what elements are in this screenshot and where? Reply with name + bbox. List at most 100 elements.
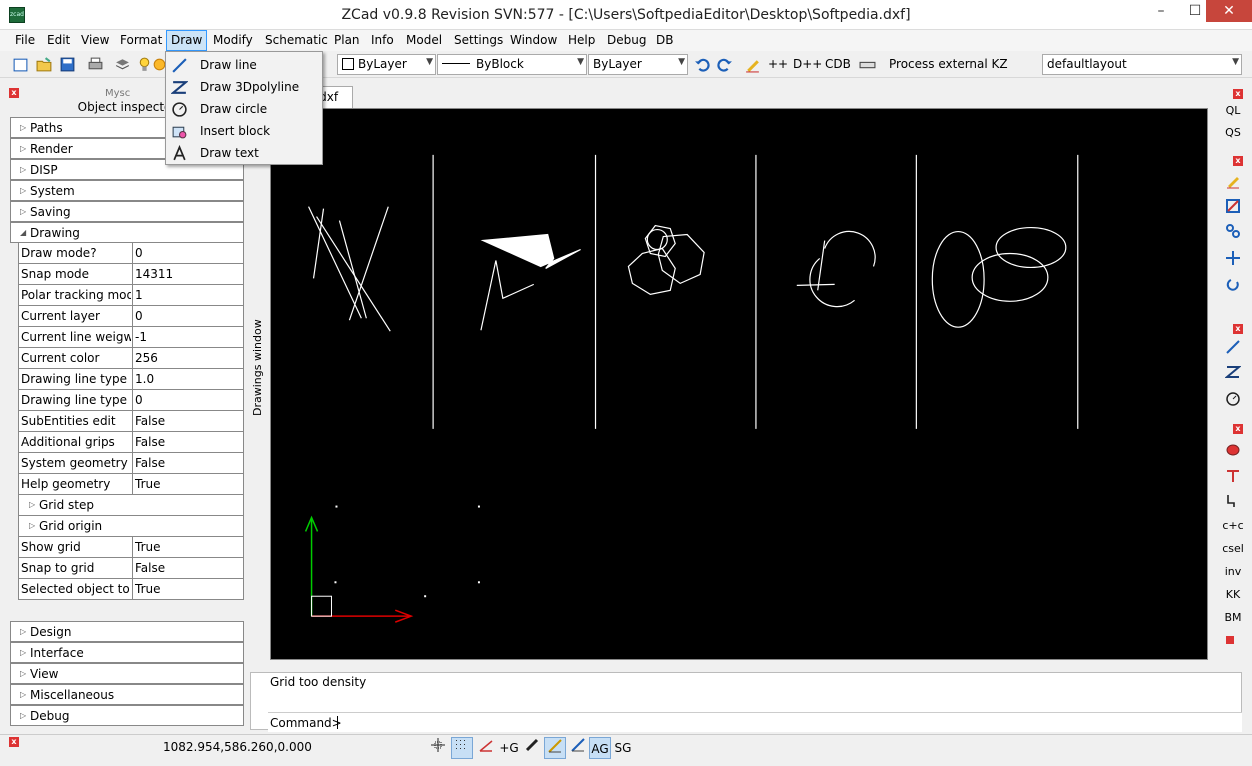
line-icon[interactable] <box>1222 337 1244 357</box>
panel-header-tab[interactable]: Mysc <box>105 88 130 99</box>
bm-button[interactable]: BM <box>1222 608 1244 628</box>
menu-item-draw-text[interactable]: Draw text <box>166 142 322 164</box>
print-icon[interactable] <box>87 56 104 73</box>
snap-toggle[interactable] <box>427 737 449 759</box>
menu-model[interactable]: Model <box>406 33 442 47</box>
rotate-icon[interactable] <box>1222 275 1244 295</box>
kk-button[interactable]: KK <box>1222 585 1244 605</box>
property-row[interactable]: Drawing line type scale1.0 <box>18 369 244 390</box>
property-row[interactable]: Snap mode 14311 <box>18 264 244 285</box>
property-row[interactable]: System geometry False <box>18 453 244 474</box>
device-icon[interactable] <box>1222 440 1244 460</box>
property-row[interactable]: Current layer 0 <box>18 306 244 327</box>
close-toolbar-icon[interactable]: x <box>1233 324 1243 334</box>
property-row[interactable]: Drawing line type 0 <box>18 390 244 411</box>
linetype-select[interactable]: ByBlock ▼ <box>437 54 587 75</box>
property-row[interactable]: Current line weigwt -1 <box>18 327 244 348</box>
drawings-window-tab[interactable]: Drawings window <box>251 300 267 435</box>
menu-item-draw-line[interactable]: Draw line <box>166 54 322 76</box>
menu-draw[interactable]: Draw <box>166 30 208 51</box>
command-input[interactable] <box>268 712 1242 732</box>
sg-toggle[interactable]: SG <box>612 737 634 759</box>
connector-icon[interactable] <box>1222 466 1244 486</box>
property-row[interactable]: Snap to grid False <box>18 558 244 579</box>
lineweight-select[interactable]: ByLayer ▼ <box>588 54 688 75</box>
menu-debug[interactable]: Debug <box>607 33 646 47</box>
polar-toggle[interactable] <box>544 737 566 759</box>
grid-toggle[interactable] <box>451 737 473 759</box>
menu-info[interactable]: Info <box>371 33 394 47</box>
qs-button[interactable]: QS <box>1222 123 1244 143</box>
polyline-icon[interactable] <box>1222 362 1244 382</box>
close-toolbar-icon[interactable]: x <box>1233 89 1243 99</box>
section-debug[interactable]: ▷ Debug <box>10 705 244 726</box>
property-row[interactable]: Selected object to inspectorTrue <box>18 579 244 600</box>
property-row[interactable]: Show grid True <box>18 537 244 558</box>
menu-edit[interactable]: Edit <box>47 33 70 47</box>
layer-select[interactable]: ByLayer ▼ <box>337 54 436 75</box>
close-panel-icon[interactable]: x <box>9 88 19 98</box>
menu-help[interactable]: Help <box>568 33 595 47</box>
ortho-toggle[interactable] <box>475 737 497 759</box>
cc-button[interactable]: c+c <box>1222 516 1244 536</box>
vertical-scrollbar[interactable] <box>1208 108 1217 660</box>
drawing-canvas[interactable] <box>270 108 1208 660</box>
menu-item-insert-block[interactable]: Insert block <box>166 120 322 142</box>
section-miscellaneous[interactable]: ▷ Miscellaneous <box>10 684 244 705</box>
erase-icon[interactable] <box>1222 196 1244 216</box>
section-system[interactable]: ▷ System <box>10 180 244 201</box>
minimize-button[interactable]: – <box>1144 0 1178 22</box>
close-button[interactable]: ✕ <box>1206 0 1252 22</box>
property-row[interactable]: Draw mode? 0 <box>18 243 244 264</box>
property-row[interactable]: Additional grips False <box>18 432 244 453</box>
property-row[interactable]: Help geometry True <box>18 474 244 495</box>
dpp-button[interactable]: D++ <box>793 57 822 71</box>
plus-g-toggle[interactable]: +G <box>498 737 520 759</box>
section-saving[interactable]: ▷ Saving <box>10 201 244 222</box>
close-toolbar-icon[interactable]: x <box>1233 424 1243 434</box>
menu-plan[interactable]: Plan <box>334 33 360 47</box>
paint-icon[interactable] <box>1222 171 1244 191</box>
ag-toggle[interactable]: AG <box>589 737 611 759</box>
close-toolbar-icon[interactable] <box>1226 636 1234 644</box>
menu-file[interactable]: File <box>15 33 35 47</box>
property-row[interactable]: Polar tracking mode 1 <box>18 285 244 306</box>
section-interface[interactable]: ▷ Interface <box>10 642 244 663</box>
property-row[interactable]: Current color 256 <box>18 348 244 369</box>
copy-icon[interactable] <box>1222 221 1244 241</box>
osnap-tracking-toggle[interactable] <box>567 737 589 759</box>
cdb-button[interactable]: CDB <box>825 57 851 71</box>
menu-item-draw-circle[interactable]: Draw circle <box>166 98 322 120</box>
open-file-icon[interactable] <box>36 56 53 73</box>
layers-icon[interactable] <box>114 56 131 73</box>
menu-settings[interactable]: Settings <box>454 33 503 47</box>
process-external-kz-button[interactable]: Process external KZ <box>889 57 1008 71</box>
menu-item-draw-3dpolyline[interactable]: Draw 3Dpolyline <box>166 76 322 98</box>
layout-select[interactable]: defaultlayout ▼ <box>1042 54 1242 75</box>
redo-icon[interactable] <box>716 56 733 73</box>
menu-db[interactable]: DB <box>656 33 673 47</box>
csel-button[interactable]: csel <box>1222 539 1244 559</box>
section-view[interactable]: ▷ View <box>10 663 244 684</box>
save-icon[interactable] <box>59 56 76 73</box>
close-toolbar-icon[interactable]: x <box>1233 156 1243 166</box>
menu-window[interactable]: Window <box>510 33 557 47</box>
section-design[interactable]: ▷ Design <box>10 621 244 642</box>
undo-icon[interactable] <box>694 56 711 73</box>
menu-schematic[interactable]: Schematic <box>265 33 328 47</box>
subsection-grid-origin[interactable]: ▷ Grid origin <box>18 516 244 537</box>
cable-icon[interactable] <box>1222 491 1244 511</box>
section-drawing[interactable]: ◢ Drawing <box>10 222 244 243</box>
pp-button[interactable]: ++ <box>768 57 788 71</box>
match-properties-icon[interactable] <box>744 56 761 73</box>
property-row[interactable]: SubEntities edit False <box>18 411 244 432</box>
lineweight-toggle[interactable] <box>521 737 543 759</box>
circle-icon[interactable] <box>1222 389 1244 409</box>
ql-button[interactable]: QL <box>1222 101 1244 121</box>
new-file-icon[interactable] <box>12 56 29 73</box>
menu-view[interactable]: View <box>81 33 109 47</box>
ruler-icon[interactable] <box>859 56 876 73</box>
menu-modify[interactable]: Modify <box>213 33 253 47</box>
horizontal-scrollbar[interactable] <box>270 660 1208 670</box>
subsection-grid-step[interactable]: ▷ Grid step <box>18 495 244 516</box>
